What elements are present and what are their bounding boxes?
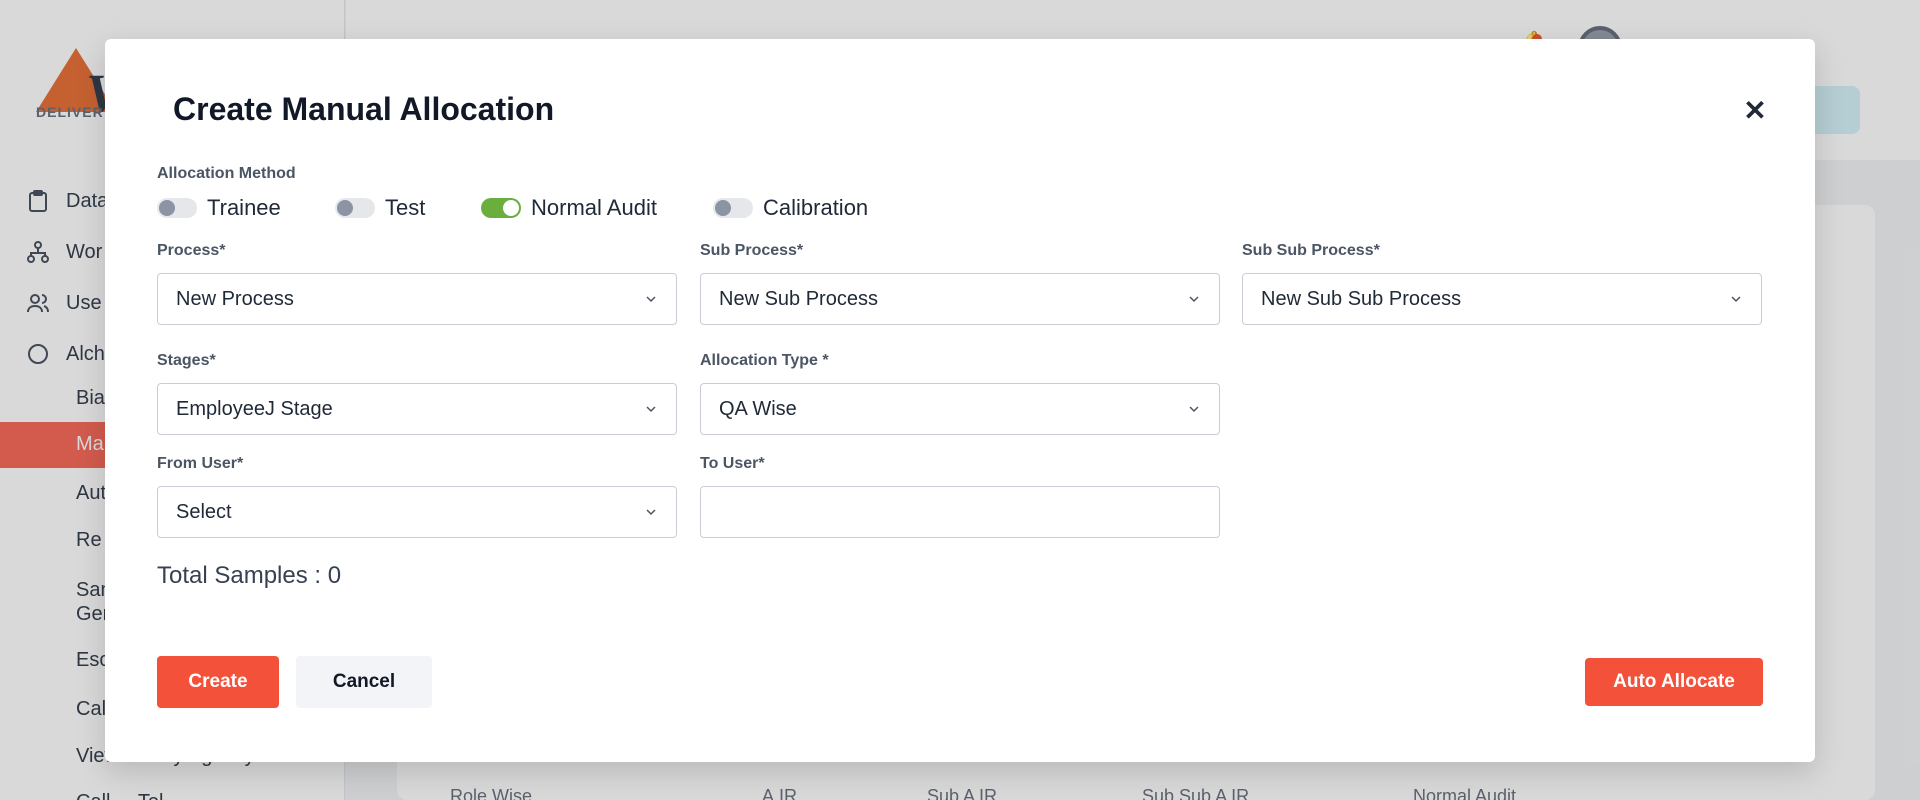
normal-audit-switch[interactable] (481, 198, 521, 218)
stages-label: Stages* (157, 352, 216, 369)
sub-sub-process-select[interactable]: New Sub Sub Process (1242, 273, 1762, 325)
chevron-down-icon (646, 296, 656, 303)
chevron-down-icon (646, 406, 656, 413)
create-button[interactable]: Create (157, 656, 279, 708)
toggle-calibration[interactable]: Calibration (713, 195, 868, 221)
cancel-button[interactable]: Cancel (296, 656, 432, 708)
from-user-select[interactable]: Select (157, 486, 677, 538)
allocation-type-label: Allocation Type * (700, 352, 829, 369)
toggle-normal-audit[interactable]: Normal Audit (481, 195, 657, 221)
calibration-switch[interactable] (713, 198, 753, 218)
trainee-switch[interactable] (157, 198, 197, 218)
sub-process-select[interactable]: New Sub Process (700, 273, 1220, 325)
process-select[interactable]: New Process (157, 273, 677, 325)
chevron-down-icon (646, 509, 656, 516)
toggle-test[interactable]: Test (335, 195, 425, 221)
allocation-method-label: Allocation Method (157, 165, 296, 182)
allocation-type-select[interactable]: QA Wise (700, 383, 1220, 435)
total-samples: Total Samples : 0 (157, 562, 342, 589)
process-label: Process* (157, 242, 226, 259)
stages-select[interactable]: EmployeeJ Stage (157, 383, 677, 435)
auto-allocate-button[interactable]: Auto Allocate (1585, 658, 1763, 706)
to-user-input[interactable] (700, 486, 1220, 538)
chevron-down-icon (1189, 296, 1199, 303)
modal-title: Create Manual Allocation (173, 91, 555, 127)
to-user-label: To User* (700, 455, 765, 472)
close-icon[interactable]: ✕ (1740, 95, 1770, 126)
sub-process-label: Sub Process* (700, 242, 804, 259)
test-switch[interactable] (335, 198, 375, 218)
toggle-trainee[interactable]: Trainee (157, 195, 281, 221)
sub-sub-process-label: Sub Sub Process* (1242, 242, 1380, 259)
create-manual-allocation-modal: Create Manual Allocation ✕ Allocation Me… (105, 39, 1815, 762)
chevron-down-icon (1189, 406, 1199, 413)
chevron-down-icon (1731, 296, 1741, 303)
from-user-label: From User* (157, 455, 244, 472)
